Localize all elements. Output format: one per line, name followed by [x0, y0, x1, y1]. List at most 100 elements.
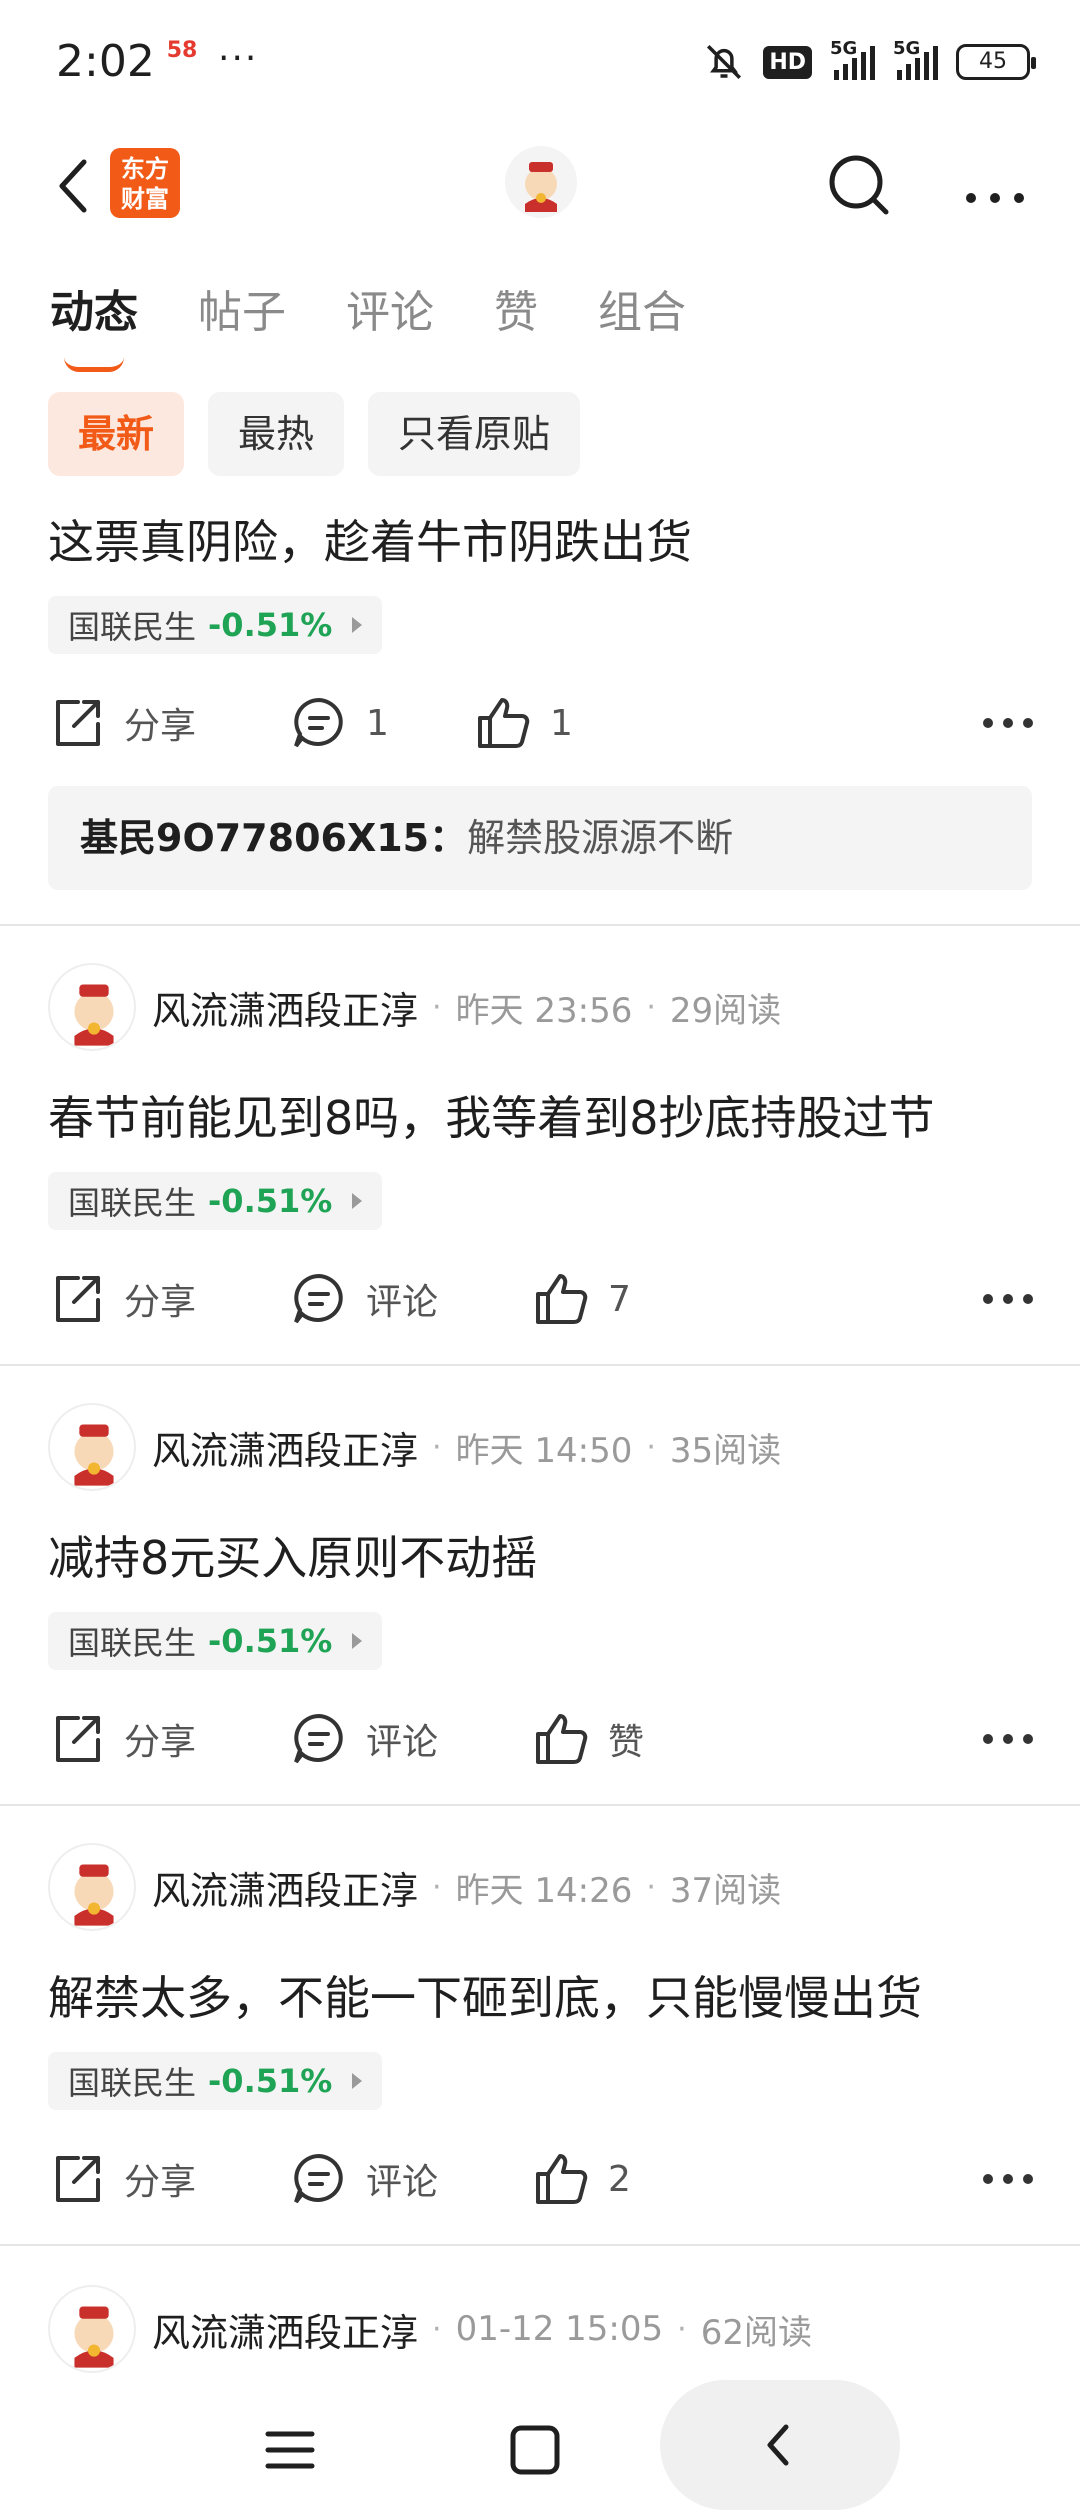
share-button[interactable]: 分享: [48, 1704, 196, 1774]
eastmoney-logo: 东方 财富: [110, 148, 180, 218]
like-count: 2: [608, 2158, 631, 2200]
post-actions: 分享 评论 2: [48, 2144, 1038, 2214]
tab-posts[interactable]: 帖子: [198, 276, 286, 356]
caret-right-icon: [352, 2073, 363, 2089]
read-count: 35阅读: [669, 1430, 782, 1471]
author-row: 风流潇洒段正淳 · 昨天 14:50 · 35阅读: [48, 1402, 781, 1492]
back-button[interactable]: [40, 146, 120, 226]
author-name[interactable]: 风流潇洒段正淳: [152, 1860, 418, 1915]
status-time: 2:02: [56, 36, 155, 87]
author-avatar[interactable]: [48, 1843, 136, 1931]
like-button[interactable]: 赞: [532, 1704, 644, 1774]
separator-dot: ·: [646, 1869, 656, 1905]
more-dots-icon[interactable]: [978, 1714, 1038, 1764]
caishen-avatar-icon: [74, 1424, 114, 1486]
like-button[interactable]: 7: [532, 1264, 631, 1334]
stock-tag[interactable]: 国联民生 -0.51%: [48, 1172, 383, 1230]
author-name[interactable]: 风流潇洒段正淳: [152, 980, 418, 1035]
share-label: 分享: [124, 1282, 197, 1323]
post-text[interactable]: 这票真阴险，趁着牛市阴跌出货: [48, 506, 692, 572]
comment-button[interactable]: 评论: [290, 1704, 438, 1774]
app-58-icon: 58: [160, 40, 204, 84]
post-text[interactable]: 减持8元买入原则不动摇: [48, 1522, 537, 1588]
share-button[interactable]: 分享: [48, 688, 196, 758]
author-name[interactable]: 风流潇洒段正淳: [152, 1420, 418, 1475]
stock-change: -0.51%: [208, 606, 333, 644]
reply-text: 解禁股源源不断: [467, 816, 734, 860]
caishen-avatar-icon: [74, 2306, 114, 2368]
recent-apps-button[interactable]: [240, 2400, 340, 2500]
stock-name: 国联民生: [68, 2064, 197, 2102]
stock-tag[interactable]: 国联民生 -0.51%: [48, 1612, 383, 1670]
more-dots-icon[interactable]: [978, 1274, 1038, 1324]
more-dots-icon[interactable]: [978, 698, 1038, 748]
share-button[interactable]: 分享: [48, 1264, 196, 1334]
chevron-left-icon: [59, 159, 87, 213]
share-button[interactable]: 分享: [48, 2144, 196, 2214]
caishen-avatar-icon: [74, 1864, 114, 1926]
post-text[interactable]: 春节前能见到8吗，我等着到8抄底持股过节: [48, 1082, 935, 1148]
like-button[interactable]: 1: [474, 688, 573, 758]
comment-button[interactable]: 1: [290, 688, 389, 758]
author-avatar[interactable]: [48, 963, 136, 1051]
user-avatar[interactable]: [505, 146, 577, 218]
system-back-button[interactable]: [660, 2380, 900, 2510]
stock-tag[interactable]: 国联民生 -0.51%: [48, 596, 383, 654]
more-button[interactable]: [955, 146, 1035, 226]
tab-dongtai[interactable]: 动态: [50, 276, 138, 372]
like-count: 1: [550, 702, 573, 744]
share-icon: [56, 1716, 100, 1762]
like-button[interactable]: 2: [532, 2144, 631, 2214]
tab-portfolio[interactable]: 组合: [598, 276, 686, 356]
filter-hottest[interactable]: 最热: [208, 392, 345, 476]
comment-button[interactable]: 评论: [290, 1264, 438, 1334]
thumbs-up-icon: [536, 1274, 588, 1324]
more-notifications-icon: ···: [218, 38, 259, 79]
thumbs-up-icon: [536, 1714, 588, 1764]
author-name[interactable]: 风流潇洒段正淳: [152, 2302, 418, 2357]
filter-latest[interactable]: 最新: [48, 392, 185, 476]
comment-icon: [294, 1273, 343, 1324]
hot-reply[interactable]: 基民9O77806X15：解禁股源源不断: [48, 786, 1032, 890]
comment-label: 评论: [366, 1722, 439, 1763]
separator-dot: ·: [646, 989, 656, 1025]
separator-dot: ·: [646, 1429, 656, 1465]
author-avatar[interactable]: [48, 1403, 136, 1491]
stock-tag[interactable]: 国联民生 -0.51%: [48, 2052, 383, 2110]
share-label: 分享: [124, 2162, 197, 2203]
search-icon: [829, 155, 889, 215]
square-icon: [510, 2425, 560, 2475]
comment-button[interactable]: 评论: [290, 2144, 438, 2214]
tab-likes[interactable]: 赞: [494, 276, 538, 356]
search-button[interactable]: [820, 146, 900, 226]
post-time: 昨天 14:26: [455, 1870, 633, 1911]
post-time: 昨天 14:50: [455, 1430, 633, 1471]
comment-icon: [294, 2153, 343, 2204]
share-label: 分享: [124, 706, 197, 747]
menu-icon: [265, 2431, 315, 2469]
comment-count: 1: [366, 702, 389, 744]
home-button[interactable]: [485, 2400, 585, 2500]
filter-original-only[interactable]: 只看原贴: [368, 392, 581, 476]
divider: [0, 2244, 1080, 2246]
signal-icon-2: 5G: [893, 38, 938, 80]
post-text[interactable]: 解禁太多，不能一下砸到底，只能慢慢出货: [48, 1962, 922, 2028]
author-row: 风流潇洒段正淳 · 昨天 14:26 · 37阅读: [48, 1842, 781, 1932]
thumbs-up-icon: [536, 2154, 588, 2204]
status-bar: 2:02 58 ··· HD 5G 5G 45: [0, 0, 1080, 128]
author-row: 风流潇洒段正淳 · 01-12 15:05 · 62阅读: [48, 2284, 812, 2374]
share-icon: [56, 1276, 100, 1322]
share-icon: [56, 700, 100, 746]
author-avatar[interactable]: [48, 2285, 136, 2373]
comment-label: 评论: [366, 2162, 439, 2203]
read-count: 62阅读: [700, 2312, 812, 2353]
divider: [0, 1804, 1080, 1806]
profile-tabs: 动态 帖子 评论 赞 组合: [50, 276, 686, 372]
more-dots-icon[interactable]: [978, 2154, 1038, 2204]
more-dots-icon: [966, 193, 1024, 203]
separator-dot: ·: [432, 2311, 442, 2347]
system-nav-bar: [0, 2380, 1080, 2520]
tab-comments[interactable]: 评论: [346, 276, 434, 356]
top-nav: 东方 财富: [0, 128, 1080, 248]
reply-user: 基民9O77806X15：: [80, 816, 468, 860]
